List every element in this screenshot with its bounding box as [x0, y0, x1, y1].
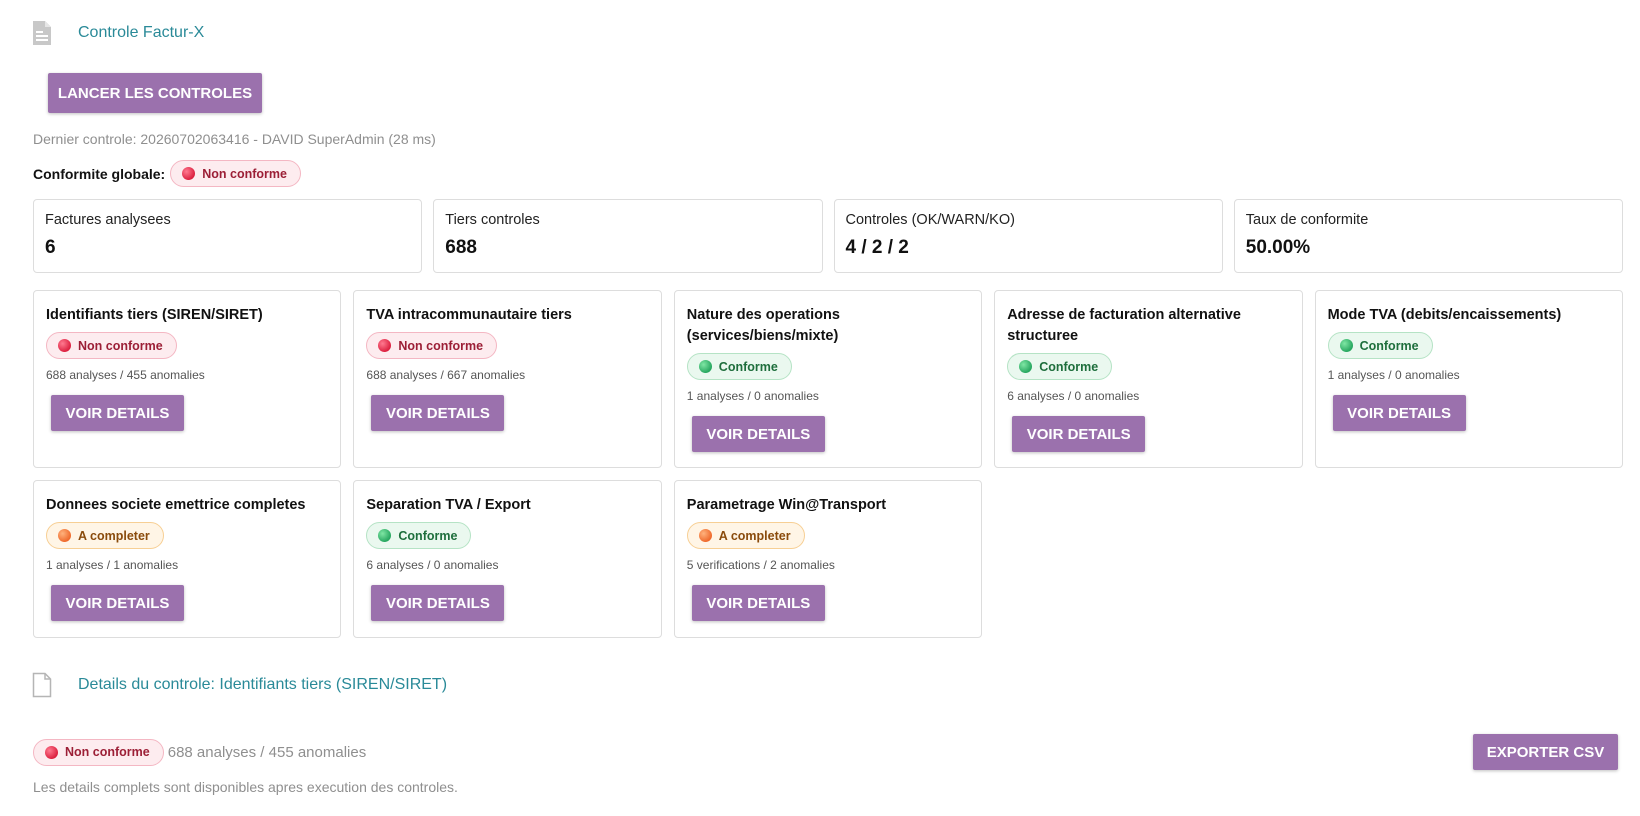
card-stats: 688 analyses / 455 anomalies	[46, 368, 205, 382]
card-stats: 5 verifications / 2 anomalies	[686, 558, 835, 572]
stat-value: 6	[45, 237, 56, 258]
view-details-button[interactable]: VOIR DETAILS	[691, 585, 825, 621]
export-csv-button[interactable]: EXPORTER CSV	[1473, 734, 1618, 770]
stat-label: Factures analysees	[45, 212, 171, 228]
status-badge: Non conforme	[366, 332, 498, 359]
last-control-info: Dernier controle: 20260702063416 - DAVID…	[33, 131, 436, 147]
status-badge-label: Non conforme	[78, 338, 163, 353]
status-dot-icon	[1339, 339, 1353, 352]
control-card-separation-tva: Separation TVA / Export Conforme 6 analy…	[353, 480, 662, 638]
status-dot-icon	[378, 339, 392, 352]
control-card-mode-tva: Mode TVA (debits/encaissements) Conforme…	[1314, 290, 1623, 468]
view-details-button[interactable]: VOIR DETAILS	[51, 395, 184, 431]
global-conformity-label: Conformite globale:	[33, 165, 166, 182]
card-title: Parametrage Win@Transport	[686, 497, 887, 513]
card-stats: 1 analyses / 1 anomalies	[46, 558, 179, 572]
control-cards: Identifiants tiers (SIREN/SIRET) Non con…	[33, 290, 1623, 638]
status-dot-icon	[58, 529, 71, 542]
control-card-nature-operations: Nature des operations (services/biens/mi…	[673, 290, 983, 468]
status-dot-icon	[58, 339, 71, 352]
status-badge: Conforme	[1327, 332, 1433, 359]
status-dot-icon	[698, 529, 712, 542]
stat-value: 688	[445, 237, 477, 258]
card-title: Separation TVA / Export	[366, 497, 531, 513]
section-header-details: Details du controle: Identifiants tiers …	[32, 672, 447, 698]
document-icon	[32, 20, 54, 46]
status-badge: A completer	[686, 522, 805, 549]
stat-label: Taux de conformite	[1245, 212, 1369, 228]
card-title: Identifiants tiers (SIREN/SIRET)	[46, 307, 263, 323]
status-badge: A completer	[46, 522, 164, 549]
stat-value: 4 / 2 / 2	[845, 237, 909, 258]
card-stats: 1 analyses / 0 anomalies	[1327, 368, 1460, 382]
card-title: TVA intracommunautaire tiers	[366, 307, 572, 323]
status-badge: Non conforme	[33, 738, 164, 766]
document-outline-icon	[32, 672, 54, 698]
control-card-tva-intracom: TVA intracommunautaire tiers Non conform…	[353, 290, 662, 468]
card-title: Nature des operations (services/biens/mi…	[686, 307, 840, 344]
status-badge-label: Non conforme	[202, 166, 287, 181]
card-title: Adresse de facturation alternative struc…	[1007, 307, 1241, 344]
run-controls-button[interactable]: LANCER LES CONTROLES	[48, 73, 262, 113]
status-badge-label: Non conforme	[65, 745, 150, 759]
status-badge-label: Non conforme	[398, 338, 484, 353]
card-stats: 6 analyses / 0 anomalies	[366, 558, 499, 572]
stat-tiers: Tiers controles 688	[433, 199, 823, 273]
section-header-controle: Controle Factur-X	[32, 20, 204, 46]
status-badge-label: Conforme	[718, 359, 778, 374]
control-card-adresse-facturation: Adresse de facturation alternative struc…	[994, 290, 1303, 468]
stats-row: Factures analysees 6 Tiers controles 688…	[33, 199, 1623, 273]
status-badge-label: A completer	[718, 528, 791, 543]
global-conformity: Conformite globale: Non conforme	[33, 160, 301, 187]
status-badge-label: A completer	[78, 528, 150, 543]
details-title: Details du controle: Identifiants tiers …	[78, 676, 448, 693]
stat-label: Tiers controles	[445, 212, 540, 228]
control-card-identifiants: Identifiants tiers (SIREN/SIRET) Non con…	[33, 290, 342, 468]
card-stats: 1 analyses / 0 anomalies	[686, 389, 819, 403]
detail-stats: 688 analyses / 455 anomalies	[167, 743, 367, 761]
view-details-button[interactable]: VOIR DETAILS	[371, 585, 505, 621]
status-badge: Conforme	[686, 353, 792, 380]
stat-label: Controles (OK/WARN/KO)	[845, 212, 1015, 228]
detail-summary: Non conforme 688 analyses / 455 anomalie…	[33, 734, 1618, 770]
status-dot-icon	[182, 167, 196, 180]
status-dot-icon	[1019, 360, 1033, 373]
stat-factures: Factures analysees 6	[33, 199, 423, 273]
status-badge: Non conforme	[46, 332, 177, 359]
control-card-parametrage: Parametrage Win@Transport A completer 5 …	[673, 480, 983, 638]
view-details-button[interactable]: VOIR DETAILS	[691, 416, 825, 452]
stat-value: 50.00%	[1245, 237, 1311, 258]
page-title: Controle Factur-X	[78, 24, 205, 41]
control-card-donnees-societe: Donnees societe emettrice completes A co…	[33, 480, 342, 638]
stat-taux: Taux de conformite 50.00%	[1233, 199, 1623, 273]
status-badge: Non conforme	[170, 160, 301, 187]
card-stats: 6 analyses / 0 anomalies	[1007, 389, 1140, 403]
status-dot-icon	[698, 360, 712, 373]
status-badge-label: Conforme	[1039, 359, 1099, 374]
status-badge-label: Conforme	[1359, 338, 1419, 353]
view-details-button[interactable]: VOIR DETAILS	[51, 585, 184, 621]
view-details-button[interactable]: VOIR DETAILS	[1332, 395, 1466, 431]
view-details-button[interactable]: VOIR DETAILS	[371, 395, 505, 431]
status-dot-icon	[45, 745, 58, 759]
status-badge: Conforme	[366, 522, 472, 549]
card-stats: 688 analyses / 667 anomalies	[366, 368, 526, 382]
card-title: Mode TVA (debits/encaissements)	[1327, 307, 1562, 323]
status-dot-icon	[378, 529, 392, 542]
stat-controles: Controles (OK/WARN/KO) 4 / 2 / 2	[833, 199, 1223, 273]
detail-note: Les details complets sont disponibles ap…	[33, 779, 458, 795]
status-badge-label: Conforme	[398, 528, 458, 543]
status-badge: Conforme	[1007, 353, 1113, 380]
card-title: Donnees societe emettrice completes	[46, 497, 306, 513]
view-details-button[interactable]: VOIR DETAILS	[1012, 416, 1146, 452]
